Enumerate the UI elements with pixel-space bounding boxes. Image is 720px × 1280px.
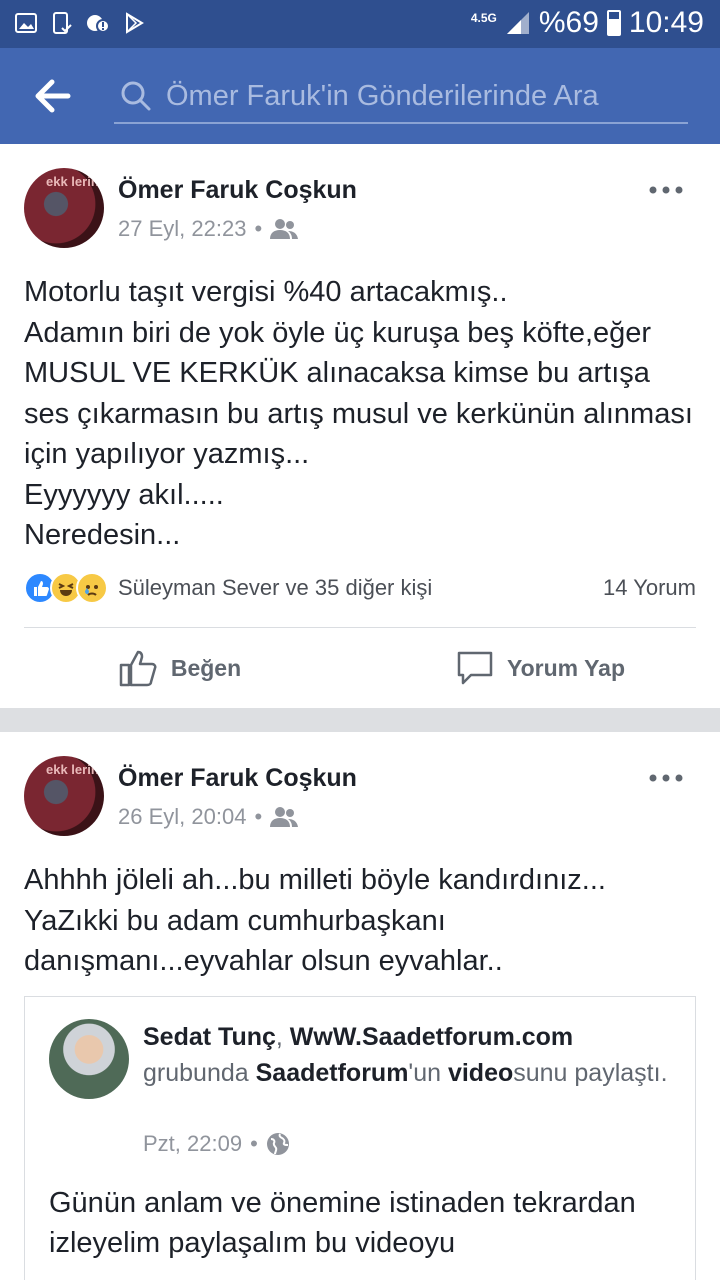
battery-icon	[606, 10, 621, 36]
search-field[interactable]	[114, 70, 688, 124]
post-text: Ahhhh jöleli ah...bu milleti böyle kandı…	[24, 864, 606, 977]
post-meta: 26 Eyl, 20:04 •	[118, 804, 299, 830]
shared-post-card[interactable]: Sedat Tunç, WwW.Saadetforum.com grubunda…	[24, 996, 696, 1280]
reaction-names: Süleyman Sever ve 35 diğer kişi	[118, 575, 433, 600]
meta-separator: •	[254, 804, 263, 829]
signal-icon	[506, 12, 529, 34]
status-bar: 4.5G %69 10:49	[0, 0, 720, 48]
more-options-icon[interactable]	[648, 184, 684, 196]
shared-comma: ,	[275, 1023, 290, 1051]
post-timestamp[interactable]: 26 Eyl, 20:04	[118, 804, 246, 830]
shared-user-name[interactable]: Sedat Tunç	[143, 1023, 276, 1051]
post-text: Motorlu taşıt vergisi %40 artacakmış.. A…	[24, 276, 693, 551]
post: ekk lerin Ömer Faruk Coşkun 26 Eyl, 20:0…	[0, 732, 720, 1280]
play-store-icon	[126, 12, 144, 34]
post-timestamp[interactable]: 27 Eyl, 22:23	[118, 216, 246, 242]
feed-separator	[0, 708, 720, 732]
shared-text-3: sunu paylaştı.	[513, 1059, 668, 1087]
battery-percent: %69	[538, 6, 599, 39]
alert-cloud-icon	[87, 15, 110, 33]
comment-button[interactable]: Yorum Yap	[360, 628, 720, 708]
network-type: 4.5G	[470, 11, 497, 25]
shared-post-text: Günün anlam ve önemine istinaden tekrard…	[49, 1187, 636, 1259]
shared-header: Sedat Tunç, WwW.Saadetforum.com grubunda…	[143, 1019, 673, 1091]
post-meta: 27 Eyl, 22:23 •	[118, 216, 299, 242]
comment-bubble-icon	[457, 651, 493, 685]
more-options-icon[interactable]	[648, 772, 684, 784]
thumbs-up-icon	[119, 650, 157, 687]
comment-count[interactable]: 14 Yorum	[603, 575, 696, 601]
search-input[interactable]	[166, 79, 686, 113]
phone-check-icon	[53, 12, 72, 34]
shared-meta: Pzt, 22:09 •	[143, 1131, 290, 1157]
back-arrow-icon[interactable]	[32, 78, 72, 114]
shared-user-avatar[interactable]	[49, 1019, 129, 1099]
meta-separator: •	[254, 216, 263, 241]
author-avatar[interactable]: ekk lerin	[24, 168, 104, 248]
shared-page-name[interactable]: Saadetforum	[256, 1059, 409, 1087]
reactions-bar[interactable]: Süleyman Sever ve 35 diğer kişi 14 Yorum	[24, 568, 696, 608]
post-actions: Beğen Yorum Yap	[0, 628, 720, 708]
author-avatar[interactable]: ekk lerin	[24, 756, 104, 836]
globe-icon	[266, 1133, 289, 1155]
comment-label: Yorum Yap	[506, 654, 626, 681]
search-icon	[121, 81, 151, 111]
sad-reaction-icon	[76, 572, 108, 604]
search-header	[0, 48, 720, 144]
friends-icon	[270, 219, 299, 239]
clock: 10:49	[628, 6, 704, 39]
like-button[interactable]: Beğen	[0, 628, 360, 708]
shared-text-2: 'un	[408, 1059, 448, 1087]
meta-separator: •	[250, 1131, 258, 1156]
gallery-icon	[15, 13, 37, 33]
shared-timestamp[interactable]: Pzt, 22:09	[143, 1131, 242, 1157]
author-name[interactable]: Ömer Faruk Coşkun	[118, 176, 357, 205]
like-label: Beğen	[170, 654, 242, 681]
shared-group-name[interactable]: WwW.Saadetforum.com	[290, 1023, 573, 1051]
shared-content-type[interactable]: video	[448, 1059, 513, 1087]
shared-text-1: grubunda	[143, 1059, 256, 1087]
friends-icon	[270, 807, 299, 827]
post: ekk lerin Ömer Faruk Coşkun 27 Eyl, 22:2…	[0, 144, 720, 708]
author-name[interactable]: Ömer Faruk Coşkun	[118, 764, 357, 793]
